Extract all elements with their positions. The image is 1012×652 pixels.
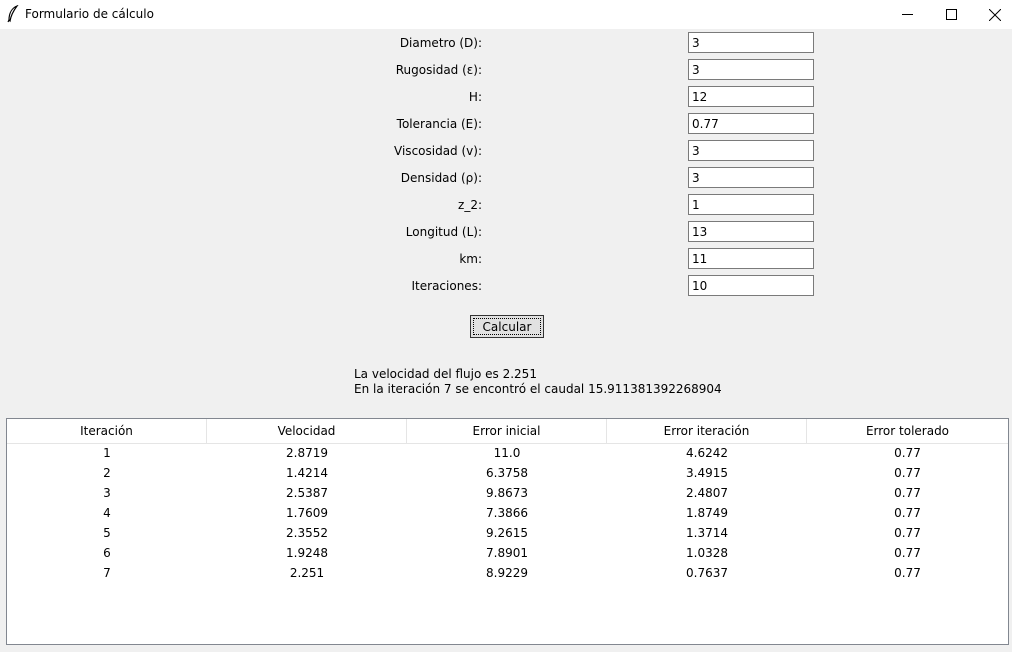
tolerancia-label: Tolerancia (E):	[396, 117, 482, 131]
table-cell: 0.77	[894, 506, 921, 520]
table-row[interactable]: 7 2.251 8.9229 0.7637 0.77	[7, 564, 1008, 584]
table-cell: 2	[103, 466, 111, 480]
km-label: km:	[459, 252, 482, 266]
maximize-icon	[945, 9, 957, 20]
diametro-input[interactable]	[688, 32, 814, 53]
table-row[interactable]: 1 2.8719 11.0 4.6242 0.77	[7, 444, 1008, 464]
iteraciones-input[interactable]	[688, 275, 814, 296]
table-cell: 6	[103, 546, 111, 560]
table-cell: 7.8901	[486, 546, 528, 560]
table-cell: 1.3714	[686, 526, 728, 540]
table-row[interactable]: 4 1.7609 7.3866 1.8749 0.77	[7, 504, 1008, 524]
table-cell: 1.0328	[686, 546, 728, 560]
table-cell: 6.3758	[486, 466, 528, 480]
table-cell: 2.3552	[286, 526, 328, 540]
table-cell: 0.77	[894, 526, 921, 540]
column-header-error-inicial[interactable]: Error inicial	[407, 419, 607, 443]
form-row-km: km:	[0, 246, 1012, 273]
table-cell: 2.5387	[286, 486, 328, 500]
table-row[interactable]: 6 1.9248 7.8901 1.0328 0.77	[7, 544, 1008, 564]
table-cell: 3	[103, 486, 111, 500]
table-body: 1 2.8719 11.0 4.6242 0.77 2 1.4214 6.375…	[7, 444, 1008, 584]
longitud-label: Longitud (L):	[405, 225, 482, 239]
feather-icon	[7, 5, 19, 23]
window-title: Formulario de cálculo	[25, 7, 154, 21]
longitud-input[interactable]	[688, 221, 814, 242]
table-header: Iteración Velocidad Error inicial Error …	[7, 419, 1008, 444]
z2-input[interactable]	[688, 194, 814, 215]
iteraciones-label: Iteraciones:	[411, 279, 482, 293]
caudal-result: En la iteración 7 se encontró el caudal …	[354, 382, 722, 396]
rugosidad-label: Rugosidad (ε):	[395, 63, 482, 77]
densidad-label: Densidad (ρ):	[400, 171, 482, 185]
form-row-h: H:	[0, 84, 1012, 111]
table-cell: 9.8673	[486, 486, 528, 500]
table-cell: 1.4214	[286, 466, 328, 480]
close-icon	[989, 8, 1001, 21]
minimize-button[interactable]	[884, 0, 930, 29]
minimize-icon	[901, 14, 913, 15]
title-bar: Formulario de cálculo	[0, 0, 1012, 29]
table-cell: 2.4807	[686, 486, 728, 500]
h-label: H:	[468, 90, 482, 104]
table-cell: 1	[103, 446, 111, 460]
form-row-rugosidad: Rugosidad (ε):	[0, 57, 1012, 84]
densidad-input[interactable]	[688, 167, 814, 188]
table-cell: 0.7637	[686, 566, 728, 580]
form-row-diametro: Diametro (D):	[0, 30, 1012, 57]
table-cell: 7.3866	[486, 506, 528, 520]
table-cell: 0.77	[894, 446, 921, 460]
calcular-button[interactable]: Calcular	[470, 315, 544, 338]
table-cell: 11.0	[493, 446, 521, 460]
table-cell: 8.9229	[486, 566, 528, 580]
z2-label: z_2:	[458, 198, 482, 212]
table-cell: 2.251	[289, 566, 325, 580]
column-header-error-tolerado[interactable]: Error tolerado	[807, 419, 1008, 443]
table-cell: 3.4915	[686, 466, 728, 480]
close-button[interactable]	[972, 0, 1012, 29]
h-input[interactable]	[688, 86, 814, 107]
form-row-tolerancia: Tolerancia (E):	[0, 111, 1012, 138]
table-cell: 4	[103, 506, 111, 520]
table-row[interactable]: 3 2.5387 9.8673 2.4807 0.77	[7, 484, 1008, 504]
form-row-z2: z_2:	[0, 192, 1012, 219]
column-header-velocidad[interactable]: Velocidad	[207, 419, 407, 443]
table-row[interactable]: 5 2.3552 9.2615 1.3714 0.77	[7, 524, 1008, 544]
table-cell: 0.77	[894, 566, 921, 580]
table-cell: 1.7609	[286, 506, 328, 520]
velocity-result: La velocidad del flujo es 2.251	[354, 367, 537, 381]
table-cell: 9.2615	[486, 526, 528, 540]
viscosidad-label: Viscosidad (v):	[394, 144, 482, 158]
viscosidad-input[interactable]	[688, 140, 814, 161]
table-cell: 1.9248	[286, 546, 328, 560]
table-cell: 0.77	[894, 486, 921, 500]
rugosidad-input[interactable]	[688, 59, 814, 80]
table-cell: 0.77	[894, 466, 921, 480]
table-cell: 4.6242	[686, 446, 728, 460]
tolerancia-input[interactable]	[688, 113, 814, 134]
column-header-error-iteracion[interactable]: Error iteración	[607, 419, 807, 443]
form-row-viscosidad: Viscosidad (v):	[0, 138, 1012, 165]
table-row[interactable]: 2 1.4214 6.3758 3.4915 0.77	[7, 464, 1008, 484]
table-cell: 2.8719	[286, 446, 328, 460]
form-row-densidad: Densidad (ρ):	[0, 165, 1012, 192]
diametro-label: Diametro (D):	[399, 36, 482, 50]
table-cell: 0.77	[894, 546, 921, 560]
form-row-longitud: Longitud (L):	[0, 219, 1012, 246]
column-header-iteracion[interactable]: Iteración	[7, 419, 207, 443]
table-cell: 1.8749	[686, 506, 728, 520]
form-row-iteraciones: Iteraciones:	[0, 273, 1012, 300]
maximize-button[interactable]	[928, 0, 974, 29]
km-input[interactable]	[688, 248, 814, 269]
results-table[interactable]: Iteración Velocidad Error inicial Error …	[6, 418, 1009, 645]
table-cell: 5	[103, 526, 111, 540]
table-cell: 7	[103, 566, 111, 580]
